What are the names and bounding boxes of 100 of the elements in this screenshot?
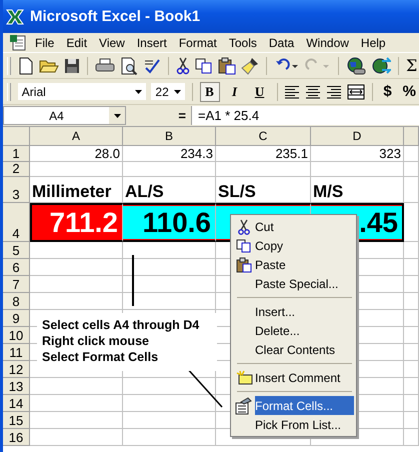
align-right-icon[interactable] [326,84,342,98]
row-header[interactable]: 10 [3,327,30,344]
table-cell: 234.3 [123,146,216,162]
note-text: Select Format Cells [42,349,160,365]
row-header[interactable]: 11 [3,344,30,361]
menu-item[interactable]: Format [178,36,217,50]
row-header[interactable]: 2 [3,162,30,177]
scissors-icon[interactable] [176,56,190,74]
percent-button[interactable]: % [402,83,416,100]
column-header[interactable]: B [123,127,216,146]
row-header[interactable]: 8 [3,293,30,310]
font-dropdown[interactable]: Arial [18,83,146,100]
printer-icon[interactable] [95,58,115,74]
globe-icon[interactable] [346,56,366,74]
menu-item[interactable]: Help [360,36,386,50]
column-header[interactable]: D [311,127,404,146]
row-header[interactable]: 6 [3,259,30,276]
copy-icon [236,238,252,252]
table-cell [404,395,419,412]
copy-icon[interactable] [195,58,213,74]
clipboard-icon [236,256,252,272]
menu-item[interactable]: View [99,36,125,50]
table-cell [404,203,419,242]
format-cells-icon [235,396,253,414]
window-title: Microsoft Excel - Book1 [30,8,200,25]
row-header[interactable]: 3 [3,177,30,203]
table-cell [404,276,419,293]
menu-item[interactable]: Tools [228,36,257,50]
row-header[interactable]: 9 [3,310,30,327]
align-left-icon[interactable] [284,84,300,98]
table-cell [404,162,419,177]
table-cell [404,146,419,162]
clipboard-icon[interactable] [218,56,236,74]
row-header[interactable]: 7 [3,276,30,293]
table-cell [404,344,419,361]
row-header[interactable]: 1 [3,146,30,162]
note-text: Select cells A4 through D4 [42,317,200,333]
name-box[interactable]: A4 [3,106,126,125]
excel-x-icon [6,8,24,24]
autosum-button[interactable]: Σ [406,56,418,75]
table-cell [404,293,419,310]
row-header[interactable]: 13 [3,378,30,395]
row-header[interactable]: 14 [3,395,30,412]
menu-item[interactable]: Edit [66,36,88,50]
table-cell: 28.0 [30,146,123,162]
bold-button[interactable]: B [200,82,220,102]
equals-sign: = [177,108,187,123]
table-cell: 235.1 [216,146,311,162]
table-cell [404,259,419,276]
table-cell [404,310,419,327]
column-header[interactable]: C [216,127,311,146]
table-cell [404,327,419,344]
menu-item[interactable]: Paste [233,255,354,274]
row-header[interactable]: 16 [3,429,30,446]
menu-item[interactable]: Data [268,36,294,50]
menu-item[interactable]: Insert [136,36,167,50]
menu-item[interactable]: File [35,36,54,50]
italic-button[interactable]: I [224,82,245,102]
leader-line [132,255,134,306]
table-cell [404,361,419,378]
menu-item[interactable]: Paste Special... [233,274,354,293]
workbook-icon[interactable] [9,34,27,52]
dropdown-arrow-icon[interactable] [114,114,120,118]
table-cell [404,378,419,395]
currency-button[interactable]: $ [383,83,392,100]
scissors-icon [238,218,250,234]
row-header[interactable]: 12 [3,361,30,378]
note-text: Right click mouse [42,333,150,349]
menu-item[interactable]: Window [306,36,349,50]
dropdown-arrow-icon[interactable] [174,90,181,94]
menu-item[interactable]: Pick From List... [233,415,354,434]
table-cell: 323 [311,146,404,162]
paintbrush-icon[interactable] [241,56,259,74]
table-cell [404,412,419,429]
menu-item[interactable]: Delete... [233,321,354,340]
table-cell [404,429,419,446]
open-folder-icon[interactable] [39,58,59,74]
merge-center-icon[interactable] [347,84,366,100]
align-center-icon[interactable] [305,84,322,98]
menu-item[interactable]: Clear Contents [233,340,354,359]
row-header[interactable]: 4 [3,203,30,242]
table-cell [404,177,419,203]
table-cell: 110.6 [123,203,216,242]
formula-field[interactable]: =A1 * 25.4 [191,106,419,125]
column-header[interactable]: A [30,127,123,146]
menu-item[interactable]: Insert Comment [233,368,354,387]
row-header[interactable]: 15 [3,412,30,429]
globe-icon[interactable] [371,56,391,74]
table-cell: 711.2 [30,203,123,242]
font-size-dropdown[interactable]: 22 [151,83,185,100]
table-cell [404,242,419,259]
menu-item[interactable]: Format Cells... [233,396,354,415]
comment-note-icon [236,370,252,385]
underline-button[interactable]: U [250,82,270,102]
spellcheck-icon[interactable] [143,58,161,74]
menu-item[interactable]: Insert... [233,302,354,321]
dropdown-arrow-icon[interactable] [135,90,142,94]
print-preview-icon[interactable] [120,56,138,74]
new-document-icon[interactable] [18,56,34,74]
row-header[interactable]: 5 [3,242,30,259]
